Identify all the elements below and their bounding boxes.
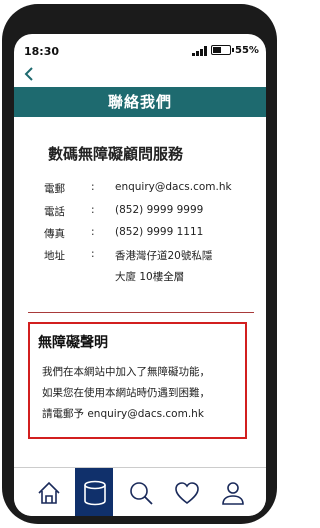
battery-percent: 55% <box>235 45 259 56</box>
battery-icon <box>211 45 234 55</box>
phone-frame: 18:30 55% 聯絡我們 數碼無障礙顧問服務 電郵 : enquiry@da… <box>2 4 277 524</box>
email-link[interactable]: enquiry@dacs.com.hk <box>115 181 232 193</box>
address-line-1: 香港灣仔道20號私隱 <box>115 250 213 262</box>
tab-profile[interactable] <box>213 468 251 516</box>
divider <box>28 312 254 313</box>
statement-text: 我們在本網站中加入了無障礙功能， 如果您在使用本網站時仍遇到困難， 請電郵予 e… <box>42 362 242 425</box>
back-button[interactable] <box>22 65 38 83</box>
tab-database[interactable] <box>75 468 113 516</box>
status-bar: 18:30 55% <box>14 34 266 64</box>
statement-line: 我們在本網站中加入了無障礙功能， <box>42 366 210 378</box>
screen: 18:30 55% 聯絡我們 數碼無障礙顧問服務 電郵 : enquiry@da… <box>14 34 266 516</box>
address-line-2: 大廈 10樓全層 <box>115 271 185 283</box>
contact-colon: : <box>91 248 95 260</box>
phone-link[interactable]: (852) 9999 9999 <box>115 204 203 216</box>
home-icon <box>38 481 60 504</box>
contact-label: 電話 <box>44 206 65 218</box>
signal-icon <box>192 46 210 56</box>
bottom-tab-bar <box>14 467 266 516</box>
statement-title: 無障礙聲明 <box>38 335 108 351</box>
search-icon <box>130 482 153 505</box>
contact-colon: : <box>91 181 95 193</box>
status-time: 18:30 <box>24 45 60 58</box>
contact-label: 電郵 <box>44 183 65 195</box>
contact-colon: : <box>91 226 95 238</box>
contact-colon: : <box>91 204 95 216</box>
statement-line: 如果您在使用本網站時仍遇到困難， <box>42 387 210 399</box>
service-title: 數碼無障礙顧問服務 <box>48 145 184 163</box>
user-icon <box>222 482 244 505</box>
statement-line-email[interactable]: 請電郵予 enquiry@dacs.com.hk <box>42 404 242 425</box>
contact-label: 地址 <box>44 250 65 262</box>
fax-value: (852) 9999 1111 <box>115 226 204 238</box>
page-title: 聯絡我們 <box>14 87 266 117</box>
contact-label: 傳真 <box>44 228 65 240</box>
tab-home[interactable] <box>29 468 67 516</box>
chevron-left-icon <box>24 67 33 81</box>
database-icon <box>84 480 106 506</box>
heart-icon <box>175 482 199 505</box>
accessibility-statement: 無障礙聲明 我們在本網站中加入了無障礙功能， 如果您在使用本網站時仍遇到困難， … <box>28 322 247 439</box>
tab-favorites[interactable] <box>167 468 205 516</box>
tab-search[interactable] <box>121 468 159 516</box>
